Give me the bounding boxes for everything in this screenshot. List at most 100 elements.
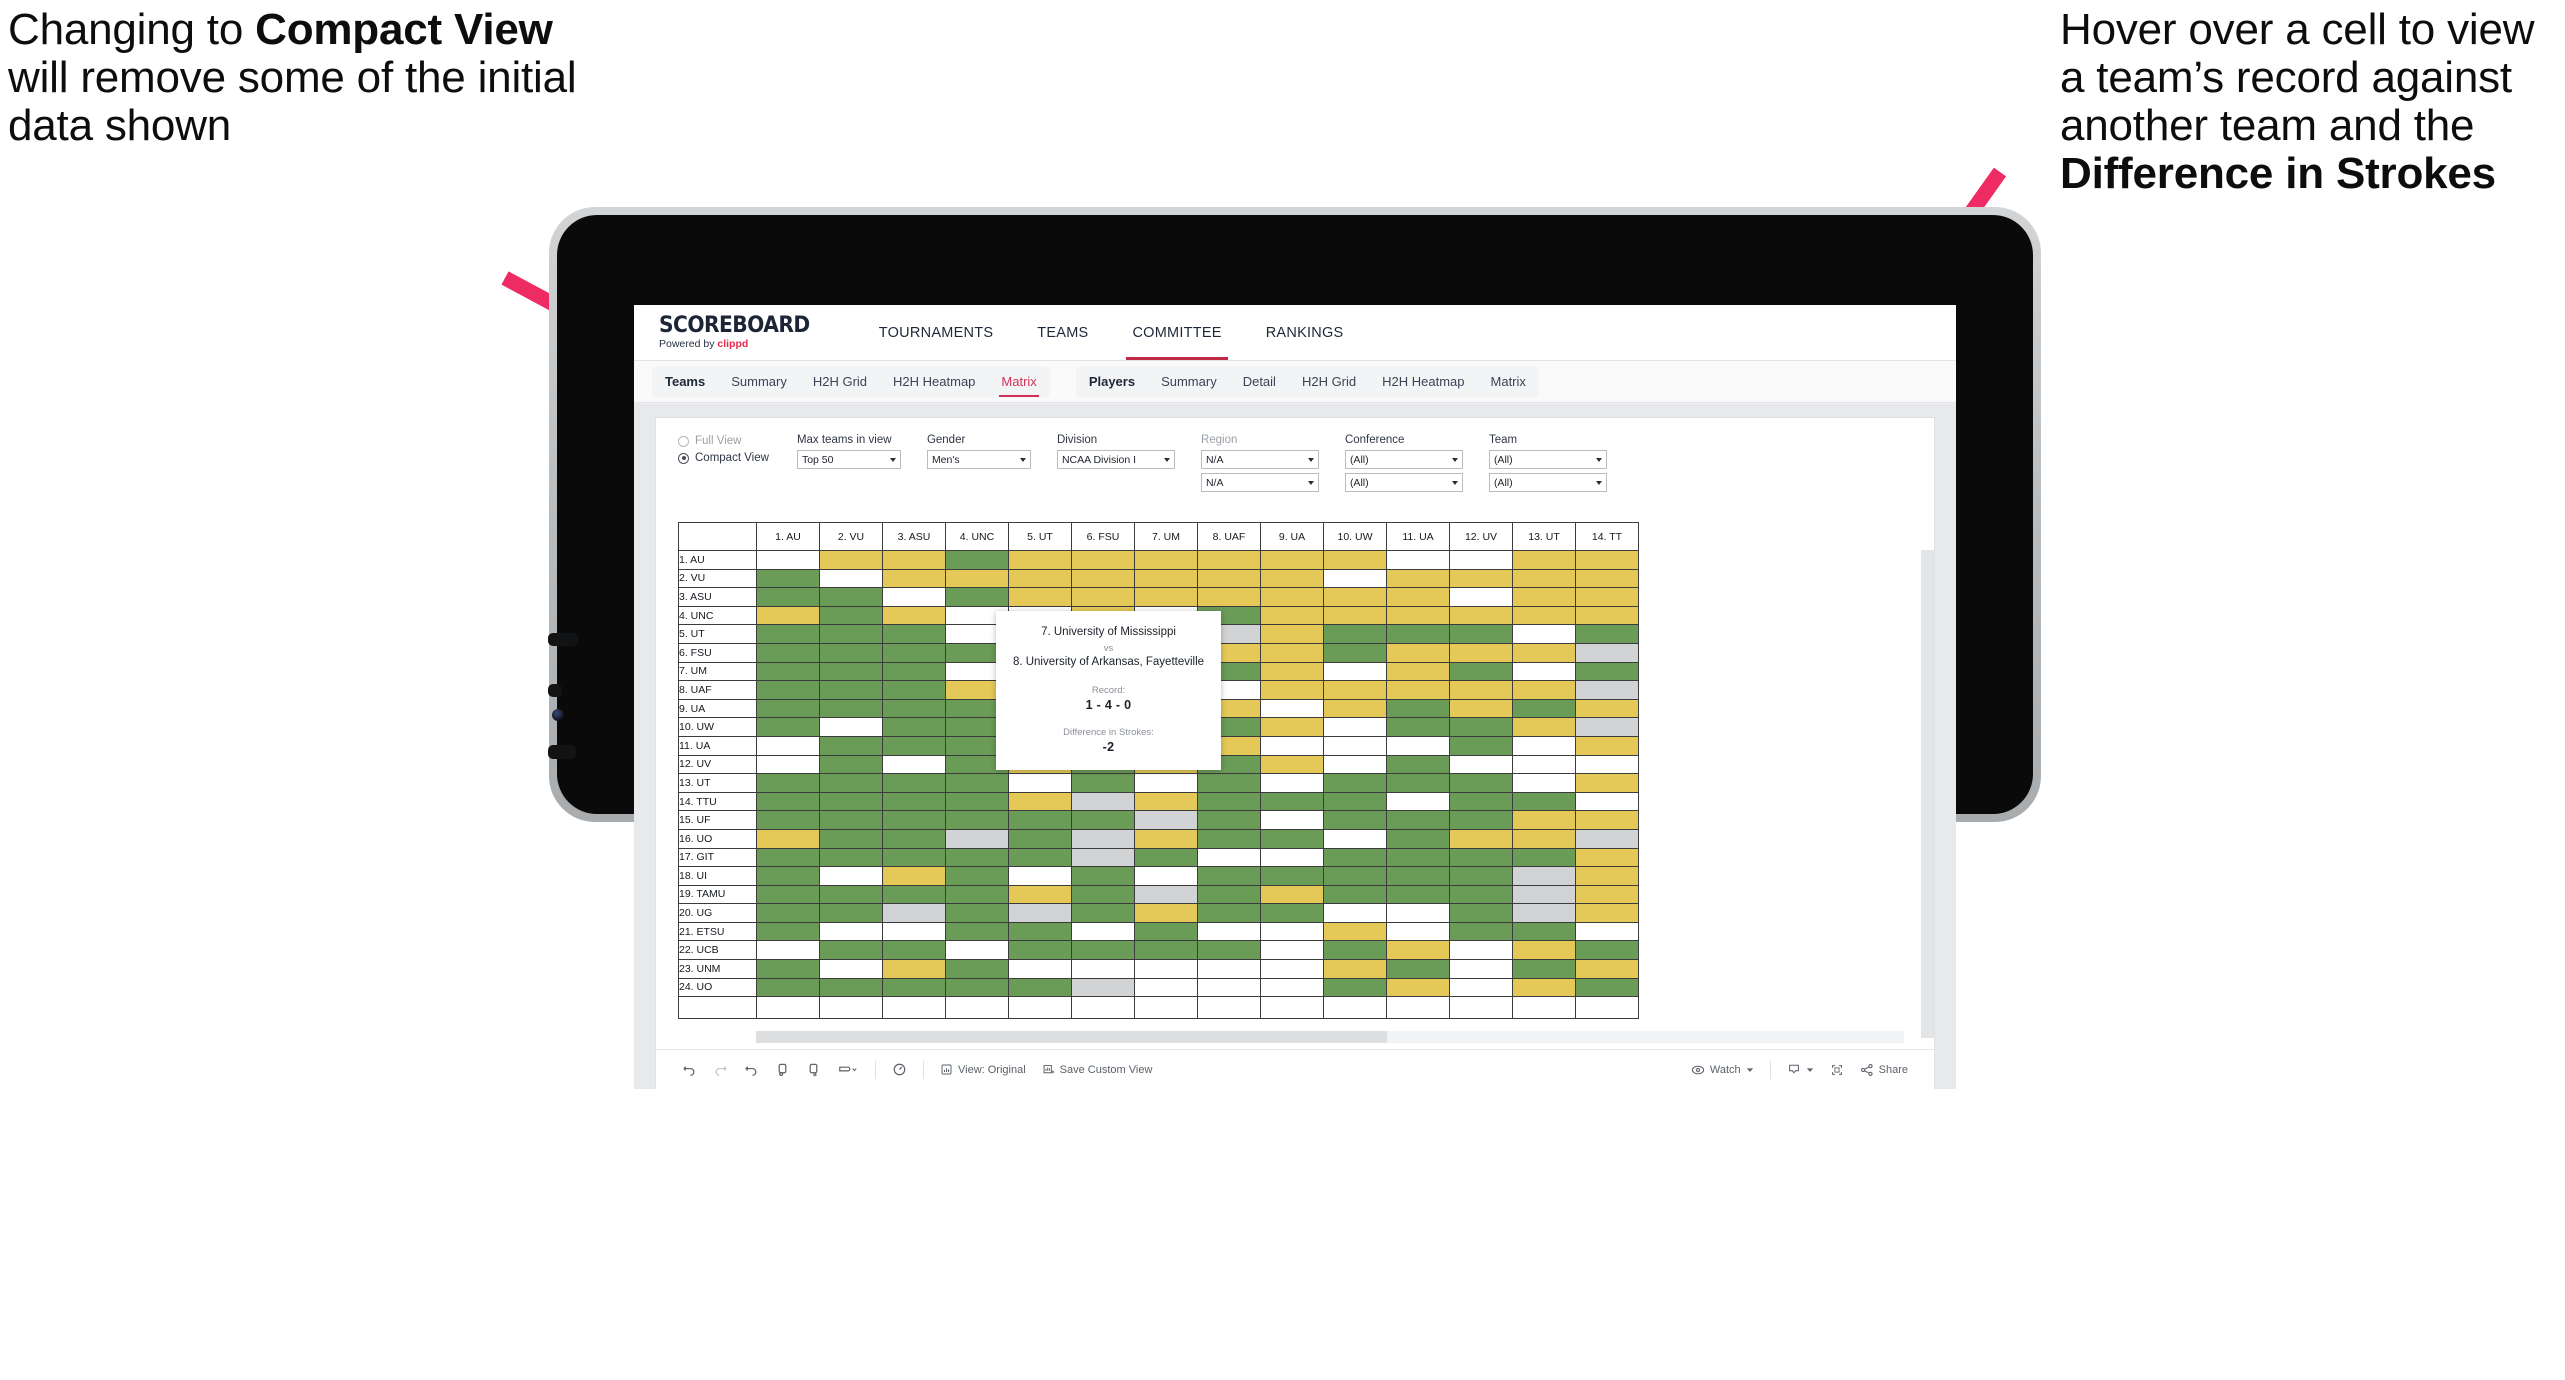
matrix-cell[interactable] (1386, 977, 1450, 998)
matrix-row-header[interactable]: 17. GIT (678, 847, 757, 868)
matrix-cell[interactable] (1449, 959, 1513, 979)
horizontal-scrollbar[interactable] (756, 1031, 1904, 1043)
matrix-cell[interactable] (1008, 810, 1072, 830)
matrix-cell[interactable] (1512, 903, 1576, 923)
filter-team-select-2[interactable]: (All) (1488, 473, 1607, 492)
matrix-cell[interactable] (1512, 847, 1576, 868)
matrix-cell[interactable] (1134, 903, 1198, 923)
matrix-cell[interactable] (945, 550, 1009, 570)
matrix-cell[interactable] (756, 754, 820, 775)
matrix-cell[interactable] (819, 921, 883, 942)
matrix-cell[interactable] (882, 921, 946, 942)
matrix-cell[interactable] (1323, 698, 1387, 719)
matrix-cell[interactable] (819, 698, 883, 719)
matrix-cell[interactable] (1197, 847, 1261, 868)
matrix-cell[interactable] (1323, 791, 1387, 812)
matrix-cell[interactable] (1197, 903, 1261, 923)
subnav-players-h2h-heatmap[interactable]: H2H Heatmap (1369, 366, 1477, 398)
matrix-cell[interactable] (756, 605, 820, 626)
matrix-row-header[interactable]: 23. UNM (678, 959, 757, 979)
filter-max-teams-select[interactable]: Top 50 (796, 450, 901, 469)
matrix-cell[interactable] (1512, 605, 1576, 626)
matrix-cell[interactable] (882, 698, 946, 719)
filter-gender-select[interactable]: Men's (926, 450, 1031, 469)
matrix-cell[interactable] (1323, 624, 1387, 644)
matrix-cell[interactable] (1323, 735, 1387, 756)
matrix-cell[interactable] (1575, 828, 1639, 849)
matrix-cell[interactable] (1134, 940, 1198, 961)
matrix-cell[interactable] (1323, 754, 1387, 775)
matrix-cell[interactable] (819, 735, 883, 756)
matrix-cell[interactable] (1260, 624, 1324, 644)
matrix-cell[interactable] (756, 977, 820, 998)
matrix-cell[interactable] (1008, 791, 1072, 812)
matrix-cell[interactable] (756, 661, 820, 682)
view-original-button[interactable]: View: Original (932, 1063, 1034, 1076)
matrix-cell[interactable] (1008, 866, 1072, 886)
matrix-cell[interactable] (1260, 866, 1324, 886)
matrix-cell[interactable] (1449, 587, 1513, 607)
matrix-cell[interactable] (1575, 587, 1639, 607)
filter-team-select[interactable]: (All) (1488, 450, 1607, 469)
matrix-cell[interactable] (1386, 810, 1450, 830)
matrix-row-header[interactable]: 7. UM (678, 661, 757, 682)
matrix-cell[interactable] (1071, 866, 1135, 886)
matrix-cell[interactable] (1575, 866, 1639, 886)
matrix-cell[interactable] (756, 735, 820, 756)
matrix-cell[interactable] (1323, 717, 1387, 737)
matrix-cell[interactable] (1386, 568, 1450, 589)
matrix-cell[interactable] (882, 624, 946, 644)
matrix-cell[interactable] (1260, 568, 1324, 589)
matrix-cell[interactable] (1260, 921, 1324, 942)
matrix-cell[interactable] (1449, 698, 1513, 719)
matrix-cell[interactable] (945, 773, 1009, 793)
matrix-cell[interactable] (1575, 642, 1639, 663)
subnav-players-summary[interactable]: Summary (1148, 366, 1230, 398)
matrix-cell[interactable] (756, 680, 820, 700)
matrix-cell[interactable] (1008, 921, 1072, 942)
matrix-cell[interactable] (1197, 773, 1261, 793)
topnav-item-committee[interactable]: COMMITTEE (1110, 305, 1243, 360)
matrix-cell[interactable] (1512, 698, 1576, 719)
matrix-cell[interactable] (756, 940, 820, 961)
radio-compact-view[interactable]: Compact View (678, 452, 769, 464)
matrix-cell[interactable] (756, 568, 820, 589)
matrix-column-header[interactable]: 1. AU (756, 522, 820, 551)
matrix-cell[interactable] (882, 828, 946, 849)
matrix-cell[interactable] (1575, 624, 1639, 644)
matrix-cell[interactable] (1071, 568, 1135, 589)
matrix-cell[interactable] (819, 568, 883, 589)
matrix-cell[interactable] (1575, 550, 1639, 570)
matrix-row-header[interactable]: 19. TAMU (678, 884, 757, 905)
matrix-cell[interactable] (756, 828, 820, 849)
matrix-cell[interactable] (819, 754, 883, 775)
matrix-cell[interactable] (1575, 977, 1639, 998)
topnav-item-rankings[interactable]: RANKINGS (1244, 305, 1366, 360)
matrix-cell[interactable] (1323, 642, 1387, 663)
matrix-cell[interactable] (882, 735, 946, 756)
matrix-row-header[interactable]: 20. UG (678, 903, 757, 923)
matrix-cell[interactable] (1260, 940, 1324, 961)
matrix-cell[interactable] (1197, 810, 1261, 830)
matrix-cell[interactable] (1323, 605, 1387, 626)
matrix-cell[interactable] (1197, 568, 1261, 589)
matrix-cell[interactable] (1575, 680, 1639, 700)
matrix-cell[interactable] (1260, 810, 1324, 830)
redo-button[interactable] (705, 1062, 736, 1077)
matrix-cell[interactable] (1386, 903, 1450, 923)
pause-dropdown-button[interactable] (829, 1062, 867, 1077)
matrix-cell[interactable] (1260, 828, 1324, 849)
subnav-teams-h2h-heatmap[interactable]: H2H Heatmap (880, 366, 988, 398)
matrix-cell[interactable] (1575, 940, 1639, 961)
matrix-cell[interactable] (1134, 773, 1198, 793)
matrix-cell[interactable] (1008, 884, 1072, 905)
matrix-cell[interactable] (1323, 550, 1387, 570)
matrix-cell[interactable] (756, 959, 820, 979)
matrix-cell[interactable] (819, 680, 883, 700)
matrix-cell[interactable] (819, 587, 883, 607)
matrix-cell[interactable] (1512, 921, 1576, 942)
matrix-column-header[interactable]: 7. UM (1134, 522, 1198, 551)
refresh-button[interactable] (767, 1062, 798, 1077)
matrix-cell[interactable] (882, 903, 946, 923)
matrix-cell[interactable] (1512, 550, 1576, 570)
